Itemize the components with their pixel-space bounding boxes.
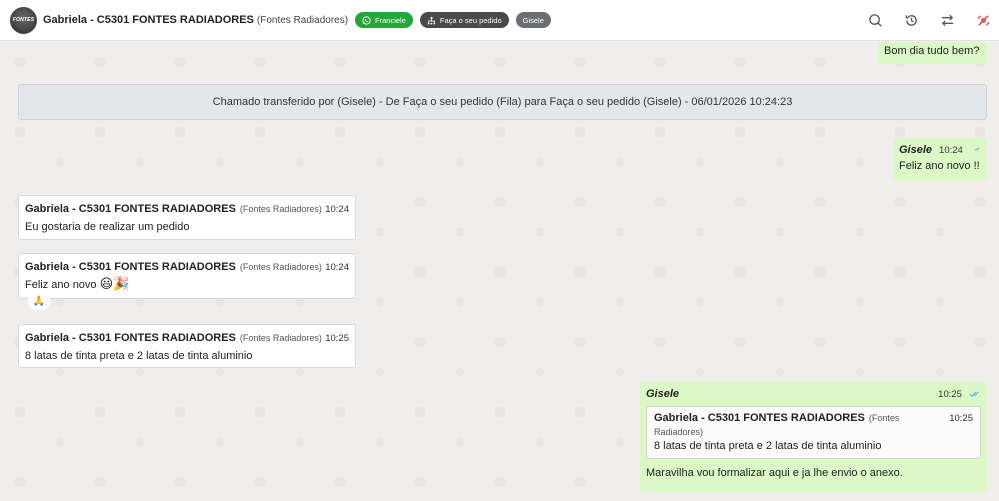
- quoted-sender-company: (Fontes: [868, 413, 900, 423]
- tag-whatsapp-connection[interactable]: Franciele: [355, 12, 413, 28]
- contact-company: (Fontes Radiadores): [256, 14, 349, 26]
- message-time: 10:25: [325, 333, 349, 344]
- tag-label: Faça o seu pedido: [439, 15, 502, 25]
- message-outgoing[interactable]: Gisele 10:24 Feliz ano novo !!: [893, 138, 987, 181]
- message-text: Bom dia tudo bem?: [884, 45, 980, 57]
- message-sender: Gabriela - C5301 FONTES RADIADORES: [25, 261, 236, 273]
- quoted-text: 8 latas de tinta preta e 2 latas de tint…: [654, 440, 882, 452]
- message-sender-company: (Fontes Radiadores): [239, 262, 322, 272]
- history-icon: [905, 15, 917, 26]
- quoted-message[interactable]: Gabriela - C5301 FONTES RADIADORES (Fonte…: [646, 406, 981, 459]
- message-text: Maravilha vou formalizar aqui e ja lhe e…: [646, 467, 903, 479]
- search-icon: [869, 14, 882, 27]
- message-sender-company: (Fontes Radiadores): [239, 204, 322, 214]
- system-text: Chamado transferido por (Gisele) - De Fa…: [212, 96, 793, 108]
- double-check-icon: [969, 391, 979, 398]
- tag-label: Gisele: [522, 15, 544, 25]
- system-transfer-notice: Chamado transferido por (Gisele) - De Fa…: [18, 84, 987, 120]
- message-sender: Gisele: [646, 388, 680, 400]
- message-text: Eu gostaria de realizar um pedido: [25, 221, 190, 233]
- whatsapp-icon: [362, 15, 371, 25]
- message-sender: Gabriela - C5301 FONTES RADIADORES: [25, 203, 236, 215]
- quoted-time: 10:25: [949, 413, 973, 424]
- chat-header: FONTES Gabriela - C5301 FONTES RADIADORE…: [0, 0, 999, 41]
- avatar-text: FONTES: [12, 17, 35, 23]
- tag-label: Franciele: [375, 15, 406, 25]
- close-ticket-button[interactable]: [974, 11, 993, 30]
- message-time: 10:24: [939, 145, 963, 156]
- message-outgoing[interactable]: Bom dia tudo bem?: [878, 42, 987, 64]
- message-sender-company: (Fontes Radiadores): [239, 333, 322, 343]
- message-text: Feliz ano novo !!: [899, 160, 980, 172]
- transfer-icon: [941, 14, 954, 27]
- message-sender: Gabriela - C5301 FONTES RADIADORES: [25, 332, 236, 344]
- message-outgoing-reply[interactable]: Gisele 10:25 Gabriela - C5301 FONTES RAD…: [640, 382, 987, 492]
- queue-icon: [427, 16, 436, 24]
- message-text: Feliz ano novo: [25, 279, 97, 291]
- contact-name[interactable]: Gabriela - C5301 FONTES RADIADORES: [43, 14, 254, 26]
- close-ticket-icon: [977, 15, 990, 26]
- chat-area[interactable]: Bom dia tudo bem? Chamado transferido po…: [0, 42, 999, 501]
- message-time: 10:24: [325, 262, 349, 273]
- message-incoming[interactable]: Gabriela - C5301 FONTES RADIADORES (Fonte…: [18, 253, 356, 299]
- message-time: 10:25: [938, 389, 962, 400]
- quoted-sender: Gabriela - C5301 FONTES RADIADORES: [654, 412, 865, 424]
- message-reaction[interactable]: 🙏: [28, 292, 50, 310]
- avatar[interactable]: FONTES: [10, 6, 37, 34]
- emoji-party: 😃🎉: [99, 276, 130, 291]
- tag-agent[interactable]: Gisele: [515, 12, 551, 28]
- message-sender: Gisele: [899, 144, 933, 156]
- message-text: 8 latas de tinta preta e 2 latas de tint…: [25, 350, 253, 362]
- transfer-button[interactable]: [938, 11, 957, 30]
- history-button[interactable]: [902, 11, 921, 30]
- double-check-icon: [974, 147, 980, 151]
- search-button[interactable]: [866, 11, 885, 30]
- pray-emoji: 🙏: [32, 295, 46, 307]
- message-incoming[interactable]: Gabriela - C5301 FONTES RADIADORES (Fonte…: [18, 324, 356, 368]
- message-incoming[interactable]: Gabriela - C5301 FONTES RADIADORES (Fonte…: [18, 195, 356, 240]
- tag-queue[interactable]: Faça o seu pedido: [419, 12, 509, 28]
- quoted-sender-company-cont: Radiadores): [654, 427, 704, 437]
- message-time: 10:24: [325, 204, 349, 215]
